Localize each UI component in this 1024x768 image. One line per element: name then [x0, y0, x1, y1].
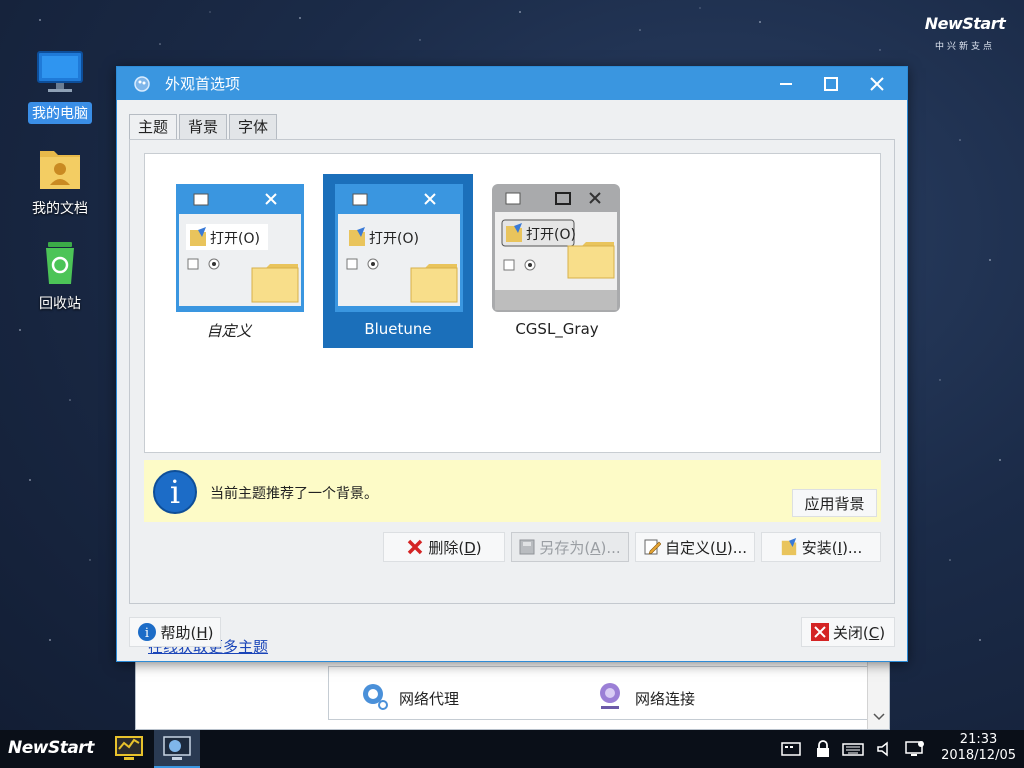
desktop-icon-recycle-bin[interactable]: 回收站 — [20, 240, 100, 314]
theme-preview-open-label: 打开(O) — [526, 227, 576, 243]
documents-folder-icon — [32, 145, 88, 193]
network-connection-icon — [595, 681, 625, 715]
clock-date: 2018/12/05 — [941, 748, 1016, 763]
theme-item-cgsl-gray[interactable]: 打开(O) CGSL_Gray — [482, 174, 632, 348]
open-folder-icon — [190, 227, 206, 246]
brand-logo-text: NewStart — [924, 14, 1006, 33]
network-wired-icon[interactable] — [780, 739, 802, 759]
dialog-titlebar[interactable]: 外观首选项 — [117, 67, 907, 100]
scroll-down-icon — [873, 713, 885, 721]
theme-list: 打开(O) 自定义 打开(O) Bluetune 打开(O) CGSL_Gray — [144, 153, 881, 453]
recycle-bin-icon — [32, 240, 88, 288]
taskbar: NewStart 21:33 2018/12/05 — [0, 730, 1024, 768]
save-as-label: 另存为(A)... — [539, 538, 621, 557]
customize-label: 自定义(U)... — [665, 538, 747, 557]
background-window-scrollbar[interactable] — [867, 656, 889, 729]
info-message: 当前主题推荐了一个背景。 — [210, 486, 378, 502]
keyboard-icon[interactable] — [842, 739, 864, 759]
theme-preview-cgsl-gray — [492, 184, 620, 312]
help-button[interactable]: i 帮助(H) — [129, 617, 221, 647]
network-connection-label: 网络连接 — [635, 689, 696, 708]
dialog-title: 外观首选项 — [165, 75, 241, 93]
open-folder-icon — [349, 227, 365, 246]
brand-logo-subtitle: 中兴新支点 — [934, 42, 995, 52]
computer-icon — [32, 50, 88, 98]
network-proxy-label: 网络代理 — [399, 689, 460, 708]
tab-bar: 主题 背景 字体 — [129, 114, 279, 140]
window-close-button[interactable] — [864, 71, 890, 97]
network-connection-item[interactable]: 网络连接 — [595, 681, 695, 715]
desktop-icon-label: 回收站 — [39, 296, 81, 312]
brand-logo: NewStart 中兴新支点 — [920, 14, 1010, 52]
tab-theme[interactable]: 主题 — [129, 114, 178, 140]
appearance-icon — [134, 75, 150, 92]
close-label: 关闭(C) — [832, 623, 886, 642]
system-monitor-icon — [115, 736, 143, 760]
clock[interactable]: 21:33 2018/12/05 — [941, 732, 1016, 764]
minimize-button[interactable] — [773, 71, 799, 97]
theme-name: 自定义 — [206, 322, 252, 340]
customize-button[interactable]: 自定义(U)... — [635, 532, 755, 562]
svg-text:i: i — [144, 626, 148, 641]
background-control-panel-window: 网络代理 网络连接 — [135, 655, 890, 730]
theme-tab-panel: 打开(O) 自定义 打开(O) Bluetune 打开(O) CGSL_Gray… — [129, 139, 895, 656]
tab-font[interactable]: 字体 — [229, 114, 278, 139]
theme-preview-bluetune — [335, 184, 463, 312]
desktop-icon-documents[interactable]: 我的文档 — [20, 145, 100, 219]
background-window-content: 网络代理 网络连接 — [328, 666, 868, 720]
tab-background[interactable]: 背景 — [179, 114, 228, 139]
help-label: 帮助(H) — [160, 623, 214, 642]
network-proxy-item[interactable]: 网络代理 — [359, 681, 459, 715]
minimize-icon — [780, 83, 792, 85]
desktop-icon-label: 我的文档 — [32, 201, 88, 217]
network-proxy-icon — [359, 681, 389, 715]
delete-label: 删除(D) — [428, 538, 482, 557]
display-icon[interactable] — [904, 739, 926, 759]
close-button[interactable]: 关闭(C) — [801, 617, 895, 647]
start-menu-button[interactable]: NewStart — [8, 738, 94, 758]
theme-preview-open-label: 打开(O) — [210, 231, 260, 247]
info-icon: i — [153, 470, 197, 514]
maximize-button[interactable] — [818, 71, 844, 97]
clock-time: 21:33 — [959, 732, 998, 747]
theme-item-bluetune[interactable]: 打开(O) Bluetune — [323, 174, 473, 348]
theme-item-custom[interactable]: 打开(O) 自定义 — [154, 174, 304, 348]
volume-icon[interactable] — [874, 739, 896, 759]
appearance-preferences-dialog: 外观首选项 主题 背景 字体 打开(O) 自定义 打开(O) Bluetune … — [116, 66, 908, 662]
save-as-icon — [519, 539, 535, 555]
open-folder-icon — [506, 223, 522, 242]
apply-background-label: 应用背景 — [804, 494, 865, 513]
edit-icon — [644, 539, 661, 555]
theme-preview-custom — [176, 184, 304, 312]
desktop-icon-label: 我的电脑 — [28, 102, 92, 124]
taskbar-item-appearance[interactable] — [154, 730, 200, 768]
theme-name: CGSL_Gray — [515, 320, 599, 338]
install-label: 安装(I)... — [801, 538, 863, 557]
lock-icon[interactable] — [812, 739, 834, 759]
info-bar: i 当前主题推荐了一个背景。 应用背景 — [144, 460, 881, 522]
delete-icon — [408, 539, 423, 555]
delete-button[interactable]: 删除(D) — [383, 532, 505, 562]
theme-preview-open-label: 打开(O) — [369, 231, 419, 247]
close-icon — [870, 77, 884, 91]
save-as-button[interactable]: 另存为(A)... — [511, 532, 629, 562]
appearance-monitor-icon — [163, 736, 191, 760]
help-icon: i — [137, 623, 156, 641]
maximize-icon — [824, 77, 838, 91]
theme-name: Bluetune — [364, 320, 432, 338]
apply-background-button[interactable]: 应用背景 — [792, 489, 877, 517]
install-folder-icon — [781, 538, 796, 556]
taskbar-item-system-monitor[interactable] — [106, 730, 152, 768]
install-button[interactable]: 安装(I)... — [761, 532, 881, 562]
close-red-icon — [810, 623, 829, 641]
desktop-icon-computer[interactable]: 我的电脑 — [20, 50, 100, 124]
